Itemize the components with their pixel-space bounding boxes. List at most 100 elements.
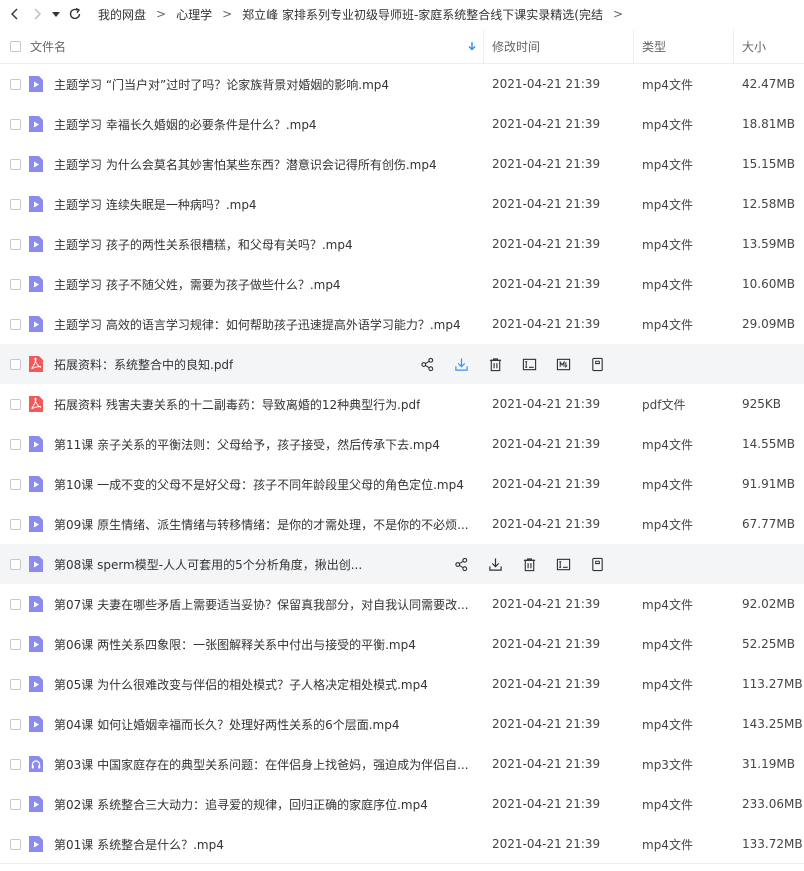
file-name-cell[interactable]: 第09课 原生情绪、派生情绪与转移情绪：是你的才需处理，不是你的不必烦... [24,504,484,544]
file-row[interactable]: 第03课 中国家庭存在的典型关系问题：在伴侣身上找爸妈，强迫成为伴侣自... 20… [0,744,804,784]
file-name-cell[interactable]: 主题学习 为什么会莫名其妙害怕某些东西？潜意识会记得所有创伤.mp4 [24,144,484,184]
file-name[interactable]: 第01课 系统整合是什么？.mp4 [54,836,224,853]
file-row[interactable]: 拓展资料 残害夫妻关系的十二副毒药：导致离婚的12种典型行为.pdf 2021-0… [0,384,804,424]
file-row[interactable]: 第06课 两性关系四象限：一张图解释关系中付出与接受的平衡.mp4 2021-04… [0,624,804,664]
file-name[interactable]: 主题学习 幸福长久婚姻的必要条件是什么？.mp4 [54,116,317,133]
file-name-cell[interactable]: 主题学习 孩子不随父姓，需要为孩子做些什么？.mp4 [24,264,484,304]
file-row[interactable]: 第04课 如何让婚姻幸福而长久？处理好两性关系的6个层面.mp4 2021-04-… [0,704,804,744]
row-checkbox[interactable] [9,118,21,130]
row-checkbox[interactable] [9,358,21,370]
breadcrumb-item[interactable]: 心理学 [176,6,212,23]
row-checkbox[interactable] [9,478,21,490]
row-checkbox[interactable] [9,678,21,690]
file-name-cell[interactable]: 主题学习 高效的语言学习规律：如何帮助孩子迅速提高外语学习能力？.mp4 [24,304,484,344]
file-name[interactable]: 第08课 sperm模型-人人可套用的5个分析角度，揪出创... [54,556,362,573]
file-name-cell[interactable]: 第11课 亲子关系的平衡法则：父母给予，孩子接受，然后传承下去.mp4 [24,424,484,464]
file-row[interactable]: 拓展资料：系统整合中的良知.pdf [0,344,804,384]
back-button[interactable] [4,3,26,25]
delete-button[interactable] [521,556,537,572]
history-dropdown-button[interactable] [48,3,64,25]
file-name[interactable]: 第10课 一成不变的父母不是好父母：孩子不同年龄段里父母的角色定位.mp4 [54,476,464,493]
copy-button[interactable] [589,556,605,572]
column-header-name[interactable]: 文件名 [24,30,484,63]
file-row[interactable]: 主题学习 连续失眠是一种病吗？.mp4 2021-04-21 21:39 mp4文件… [0,184,804,224]
row-checkbox[interactable] [9,718,21,730]
file-name[interactable]: 第02课 系统整合三大动力：追寻爱的规律，回归正确的家庭序位.mp4 [54,796,428,813]
file-name[interactable]: 第04课 如何让婚姻幸福而长久？处理好两性关系的6个层面.mp4 [54,716,399,733]
rename-button[interactable] [555,556,571,572]
file-name-cell[interactable]: 第04课 如何让婚姻幸福而长久？处理好两性关系的6个层面.mp4 [24,704,484,744]
file-name[interactable]: 第07课 夫妻在哪些矛盾上需要适当妥协？保留真我部分，对自我认同需要改... [54,596,469,613]
file-name-cell[interactable]: 拓展资料 残害夫妻关系的十二副毒药：导致离婚的12种典型行为.pdf [24,384,484,424]
file-name[interactable]: 第03课 中国家庭存在的典型关系问题：在伴侣身上找爸妈，强迫成为伴侣自... [54,756,469,773]
file-name-cell[interactable]: 主题学习 孩子的两性关系很糟糕，和父母有关吗？.mp4 [24,224,484,264]
row-checkbox[interactable] [9,198,21,210]
file-row[interactable]: 主题学习 高效的语言学习规律：如何帮助孩子迅速提高外语学习能力？.mp4 2021… [0,304,804,344]
file-name-cell[interactable]: 第10课 一成不变的父母不是好父母：孩子不同年龄段里父母的角色定位.mp4 [24,464,484,504]
file-name-cell[interactable]: 第08课 sperm模型-人人可套用的5个分析角度，揪出创... [24,544,614,584]
file-name-cell[interactable]: 第05课 为什么很难改变与伴侣的相处模式？子人格决定相处模式.mp4 [24,664,484,704]
file-name-cell[interactable]: 第07课 夫妻在哪些矛盾上需要适当妥协？保留真我部分，对自我认同需要改... [24,584,484,624]
file-name[interactable]: 主题学习 孩子的两性关系很糟糕，和父母有关吗？.mp4 [54,236,353,253]
column-header-time[interactable]: 修改时间 [484,30,634,63]
file-row[interactable]: 主题学习 孩子不随父姓，需要为孩子做些什么？.mp4 2021-04-21 21:… [0,264,804,304]
file-name-cell[interactable]: 第01课 系统整合是什么？.mp4 [24,824,484,864]
row-checkbox[interactable] [9,78,21,90]
file-name[interactable]: 第11课 亲子关系的平衡法则：父母给予，孩子接受，然后传承下去.mp4 [54,436,440,453]
row-checkbox[interactable] [9,318,21,330]
row-checkbox[interactable] [9,558,21,570]
copy-button[interactable] [589,356,605,372]
row-checkbox[interactable] [9,638,21,650]
file-name-cell[interactable]: 第02课 系统整合三大动力：追寻爱的规律，回归正确的家庭序位.mp4 [24,784,484,824]
row-checkbox[interactable] [9,438,21,450]
rename-button[interactable] [521,356,537,372]
file-name[interactable]: 主题学习 高效的语言学习规律：如何帮助孩子迅速提高外语学习能力？.mp4 [54,316,461,333]
row-checkbox[interactable] [9,518,21,530]
file-row[interactable]: 第09课 原生情绪、派生情绪与转移情绪：是你的才需处理，不是你的不必烦... 20… [0,504,804,544]
file-name[interactable]: 拓展资料：系统整合中的良知.pdf [54,356,233,373]
file-name[interactable]: 主题学习 为什么会莫名其妙害怕某些东西？潜意识会记得所有创伤.mp4 [54,156,437,173]
file-row[interactable]: 主题学习 为什么会莫名其妙害怕某些东西？潜意识会记得所有创伤.mp4 2021-0… [0,144,804,184]
row-checkbox[interactable] [9,278,21,290]
file-name-cell[interactable]: 主题学习 “门当户对”过时了吗？论家族背景对婚姻的影响.mp4 [24,64,484,104]
file-row[interactable]: 第05课 为什么很难改变与伴侣的相处模式？子人格决定相处模式.mp4 2021-0… [0,664,804,704]
file-name[interactable]: 第05课 为什么很难改变与伴侣的相处模式？子人格决定相处模式.mp4 [54,676,428,693]
file-name-cell[interactable]: 第06课 两性关系四象限：一张图解释关系中付出与接受的平衡.mp4 [24,624,484,664]
file-row[interactable]: 第08课 sperm模型-人人可套用的5个分析角度，揪出创... [0,544,804,584]
file-name[interactable]: 主题学习 连续失眠是一种病吗？.mp4 [54,196,257,213]
row-checkbox[interactable] [9,238,21,250]
file-name[interactable]: 主题学习 孩子不随父姓，需要为孩子做些什么？.mp4 [54,276,341,293]
breadcrumb-item[interactable]: 郑立峰 家排系列专业初级导师班-家庭系统整合线下课实录精选(完结 [242,6,603,23]
row-checkbox[interactable] [9,398,21,410]
file-row[interactable]: 主题学习 幸福长久婚姻的必要条件是什么？.mp4 2021-04-21 21:39… [0,104,804,144]
file-row[interactable]: 第11课 亲子关系的平衡法则：父母给予，孩子接受，然后传承下去.mp4 2021-… [0,424,804,464]
file-name[interactable]: 拓展资料 残害夫妻关系的十二副毒药：导致离婚的12种典型行为.pdf [54,396,420,413]
column-header-size[interactable]: 大小 [734,30,804,63]
file-name[interactable]: 第09课 原生情绪、派生情绪与转移情绪：是你的才需处理，不是你的不必烦... [54,516,469,533]
download-button[interactable] [453,356,469,372]
move-button[interactable] [555,356,571,372]
file-name[interactable]: 第06课 两性关系四象限：一张图解释关系中付出与接受的平衡.mp4 [54,636,416,653]
column-header-type[interactable]: 类型 [634,30,734,63]
row-checkbox[interactable] [9,758,21,770]
file-name-cell[interactable]: 第03课 中国家庭存在的典型关系问题：在伴侣身上找爸妈，强迫成为伴侣自... [24,744,484,784]
file-name-cell[interactable]: 主题学习 连续失眠是一种病吗？.mp4 [24,184,484,224]
file-name-cell[interactable]: 拓展资料：系统整合中的良知.pdf [24,344,614,384]
row-checkbox[interactable] [9,598,21,610]
delete-button[interactable] [487,356,503,372]
row-checkbox[interactable] [9,798,21,810]
file-row[interactable]: 第02课 系统整合三大动力：追寻爱的规律，回归正确的家庭序位.mp4 2021-0… [0,784,804,824]
file-row[interactable]: 第10课 一成不变的父母不是好父母：孩子不同年龄段里父母的角色定位.mp4 202… [0,464,804,504]
file-row[interactable]: 主题学习 孩子的两性关系很糟糕，和父母有关吗？.mp4 2021-04-21 21… [0,224,804,264]
select-all-checkbox[interactable] [9,41,21,52]
refresh-button[interactable] [64,3,86,25]
forward-button[interactable] [26,3,48,25]
file-row[interactable]: 第01课 系统整合是什么？.mp4 2021-04-21 21:39 mp4文件 13… [0,824,804,864]
file-name-cell[interactable]: 主题学习 幸福长久婚姻的必要条件是什么？.mp4 [24,104,484,144]
row-checkbox[interactable] [9,838,21,850]
share-button[interactable] [419,356,435,372]
share-button[interactable] [453,556,469,572]
download-button[interactable] [487,556,503,572]
breadcrumb-item[interactable]: 我的网盘 [98,6,146,23]
file-name[interactable]: 主题学习 “门当户对”过时了吗？论家族背景对婚姻的影响.mp4 [54,76,389,93]
